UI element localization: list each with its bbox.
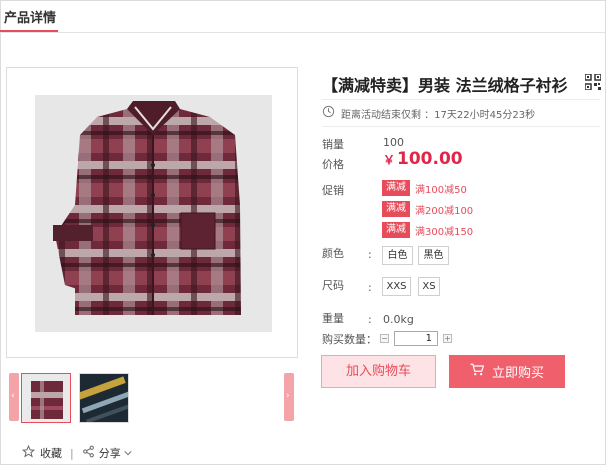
promo-item: 满减 满100减50 (382, 180, 467, 196)
weight-value: 0.0kg (383, 313, 414, 326)
size-option-xs[interactable]: XS (418, 277, 440, 296)
price-label: 价格 (322, 158, 344, 171)
countdown-row: 距离活动结束仅剩 ：17天22小时45分23秒 (322, 99, 600, 127)
price-value: ￥ 100.00 (383, 149, 463, 169)
thumb-next-button[interactable]: › (284, 373, 294, 421)
promo-label: 促销 (322, 184, 344, 197)
colon: : (368, 248, 372, 261)
shirt-image (35, 95, 272, 332)
buy-now-button[interactable]: 立即购买 (449, 355, 565, 388)
buy-now-label[interactable]: 立即购买 (492, 362, 544, 381)
main-product-image (6, 67, 298, 358)
favorite-label[interactable]: 收藏 (40, 445, 62, 461)
promo-text: 满200减100 (415, 205, 474, 217)
color-label: 颜色 (322, 247, 344, 260)
bottom-actions: 收藏 | 分享 (21, 444, 132, 461)
tab-product-details[interactable]: 产品详情 (4, 7, 56, 26)
size-label: 尺码 (322, 279, 344, 292)
price-amount: 100.00 (397, 149, 463, 169)
qr-code-icon[interactable] (584, 73, 602, 91)
quantity-decrease-button[interactable]: − (380, 334, 389, 343)
currency-symbol: ￥ (383, 153, 396, 167)
tab-active-indicator (0, 30, 58, 32)
quantity-input[interactable]: 1 (394, 331, 438, 346)
weight-label: 重量 (322, 312, 344, 325)
share-label[interactable]: 分享 (99, 445, 121, 461)
cart-icon (470, 363, 485, 380)
add-to-cart-button[interactable]: 加入购物车 (321, 355, 436, 388)
promo-item: 满减 满200减100 (382, 201, 473, 217)
quantity-increase-button[interactable]: + (443, 334, 452, 343)
clock-icon (322, 105, 335, 121)
sales-label: 销量 (322, 138, 344, 151)
star-icon[interactable] (21, 444, 36, 461)
thumbnail-2[interactable] (79, 373, 129, 423)
promo-tag: 满减 (382, 201, 410, 217)
quantity-stepper: − 1 + (380, 331, 452, 346)
divider: | (70, 446, 74, 460)
product-title: 【满减特卖】男装 法兰绒格子衬衫 (322, 76, 568, 95)
color-option-white[interactable]: 白色 (382, 246, 413, 265)
tab-bar: 产品详情 (0, 0, 606, 33)
promo-text: 满300减150 (415, 226, 474, 238)
size-option-xxs[interactable]: XXS (382, 277, 411, 296)
quantity-label: 购买数量： (322, 333, 377, 346)
chevron-right-icon: › (286, 391, 290, 401)
chevron-left-icon: ‹ (11, 391, 15, 401)
thumbnail-1[interactable] (21, 373, 71, 423)
promo-text: 满100减50 (415, 184, 467, 196)
colon: : (368, 281, 372, 294)
thumb-prev-button[interactable]: ‹ (9, 373, 19, 421)
promo-item: 满减 满300减150 (382, 222, 473, 238)
promo-tag: 满减 (382, 180, 410, 196)
colon: : (368, 313, 372, 326)
promo-tag: 满减 (382, 222, 410, 238)
color-option-black[interactable]: 黑色 (418, 246, 449, 265)
countdown-text: 距离活动结束仅剩 ：17天22小时45分23秒 (341, 109, 536, 121)
sales-value: 100 (383, 136, 404, 149)
chevron-down-icon[interactable] (124, 447, 132, 460)
share-icon[interactable] (82, 445, 95, 461)
